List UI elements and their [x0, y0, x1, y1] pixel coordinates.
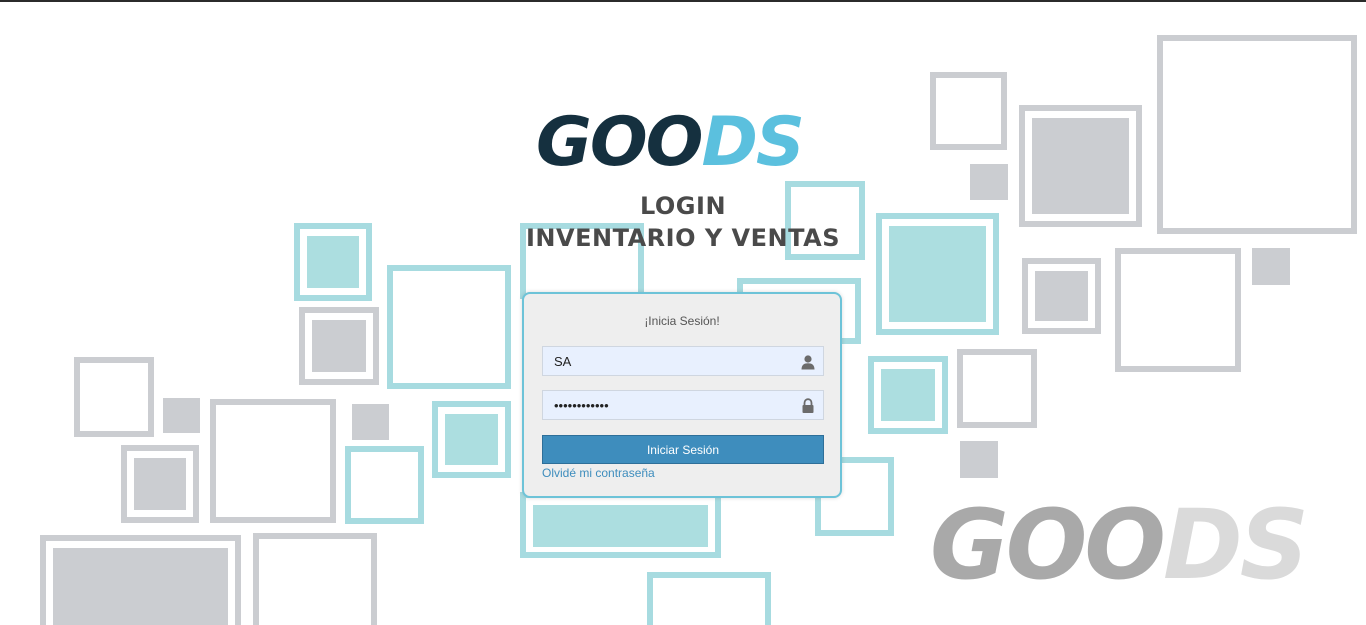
title-login: LOGIN: [639, 192, 727, 220]
login-card: ¡Inicia Sesión! Iniciar Sesión Olvidé mi…: [522, 292, 842, 498]
svg-text:GOODS: GOODS: [536, 105, 803, 175]
forgot-password-link[interactable]: Olvidé mi contraseña: [542, 466, 655, 480]
svg-text:GOODS: GOODS: [930, 498, 1306, 588]
page-title: LOGIN INVENTARIO Y VENTAS: [483, 190, 883, 254]
username-input[interactable]: [543, 347, 793, 375]
watermark-text-part2: DS: [1163, 498, 1306, 588]
login-heading: ¡Inicia Sesión!: [644, 314, 720, 328]
username-field[interactable]: [542, 346, 824, 376]
logo-text-part1: GOO: [536, 105, 702, 175]
logo-text-part2: DS: [701, 105, 802, 175]
login-button[interactable]: Iniciar Sesión: [542, 435, 824, 464]
password-field[interactable]: [542, 390, 824, 420]
password-input[interactable]: [543, 391, 793, 419]
user-icon: [801, 355, 815, 370]
watermark-text-part1: GOO: [930, 498, 1163, 588]
lock-icon: [802, 398, 814, 413]
goods-logo: GOODS: [536, 105, 805, 175]
title-app-name: INVENTARIO Y VENTAS: [526, 224, 840, 252]
goods-watermark-logo: GOODS: [930, 498, 1309, 588]
